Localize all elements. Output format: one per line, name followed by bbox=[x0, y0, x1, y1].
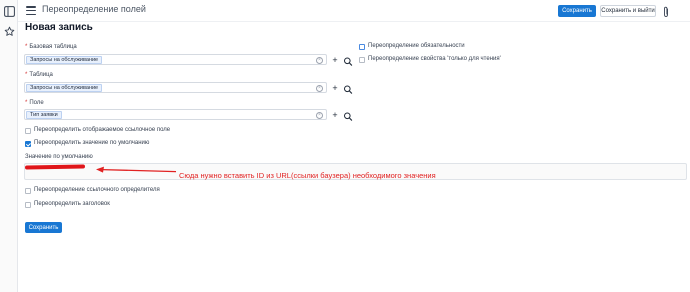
base-table-label-text: Базовая таблица bbox=[29, 44, 77, 50]
override-mandatory-checkbox[interactable] bbox=[359, 44, 365, 50]
override-ref-qualifier-label: Переопределение ссылочного определителя bbox=[34, 187, 160, 193]
search-icon[interactable] bbox=[343, 109, 353, 121]
search-icon[interactable] bbox=[343, 54, 353, 66]
default-value-label: Значение по умолчанию bbox=[25, 154, 93, 160]
annotation-arrow-icon bbox=[96, 166, 177, 173]
base-table-tag[interactable]: Запросы на обслуживание bbox=[26, 56, 103, 64]
table-label: * Таблица bbox=[25, 72, 53, 78]
add-icon[interactable]: + bbox=[330, 82, 340, 93]
add-icon[interactable]: + bbox=[330, 109, 340, 120]
field-tag[interactable]: Тип заявки bbox=[26, 111, 62, 119]
override-title-label: Переопределить заголовок bbox=[34, 201, 110, 207]
search-icon[interactable] bbox=[343, 82, 353, 94]
menu-icon[interactable] bbox=[26, 6, 36, 15]
required-marker: * bbox=[25, 100, 28, 106]
clear-icon[interactable]: × bbox=[316, 111, 323, 119]
override-display-ref-checkbox[interactable] bbox=[25, 128, 31, 134]
table-tag[interactable]: Запросы на обслуживание bbox=[26, 84, 103, 92]
override-default-label: Переопределить значение по умолчанию bbox=[34, 140, 150, 146]
base-table-input[interactable]: Запросы на обслуживание × bbox=[24, 54, 327, 65]
override-default-checkbox[interactable] bbox=[25, 141, 31, 147]
clear-icon[interactable]: × bbox=[316, 56, 323, 64]
page-title: Новая запись bbox=[25, 22, 93, 33]
sidebar-toggle-icon[interactable] bbox=[3, 5, 15, 17]
override-display-ref-label: Переопределить отображаемое ссылочное по… bbox=[34, 127, 171, 133]
save-button-bottom[interactable]: Сохранить bbox=[25, 222, 62, 233]
override-readonly-label: Переопределение свойства 'только для чте… bbox=[368, 56, 501, 62]
left-rail bbox=[0, 0, 18, 292]
annotation-text: Сюда нужно вставить ID из URL(ссылки бау… bbox=[179, 171, 436, 180]
topbar-title: Переопределение полей bbox=[42, 4, 146, 14]
table-input[interactable]: Запросы на обслуживание × bbox=[24, 82, 327, 93]
override-ref-qualifier-checkbox[interactable] bbox=[25, 188, 31, 194]
star-icon[interactable] bbox=[3, 25, 15, 37]
save-button[interactable]: Сохранить bbox=[558, 5, 596, 17]
save-and-exit-button[interactable]: Сохранить и выйти bbox=[600, 5, 656, 17]
required-marker: * bbox=[25, 44, 28, 50]
override-mandatory-label: Переопределение обязательности bbox=[368, 43, 465, 49]
override-readonly-checkbox[interactable] bbox=[359, 57, 365, 63]
table-label-text: Таблица bbox=[29, 72, 53, 78]
field-label-text: Поле bbox=[29, 100, 44, 106]
required-marker: * bbox=[25, 72, 28, 78]
clear-icon[interactable]: × bbox=[316, 84, 323, 92]
field-label: * Поле bbox=[25, 100, 44, 106]
base-table-label: * Базовая таблица bbox=[25, 44, 77, 50]
field-input[interactable]: Тип заявки × bbox=[24, 109, 327, 120]
attachment-icon[interactable] bbox=[662, 5, 670, 17]
override-title-checkbox[interactable] bbox=[25, 202, 31, 208]
add-icon[interactable]: + bbox=[330, 54, 340, 65]
